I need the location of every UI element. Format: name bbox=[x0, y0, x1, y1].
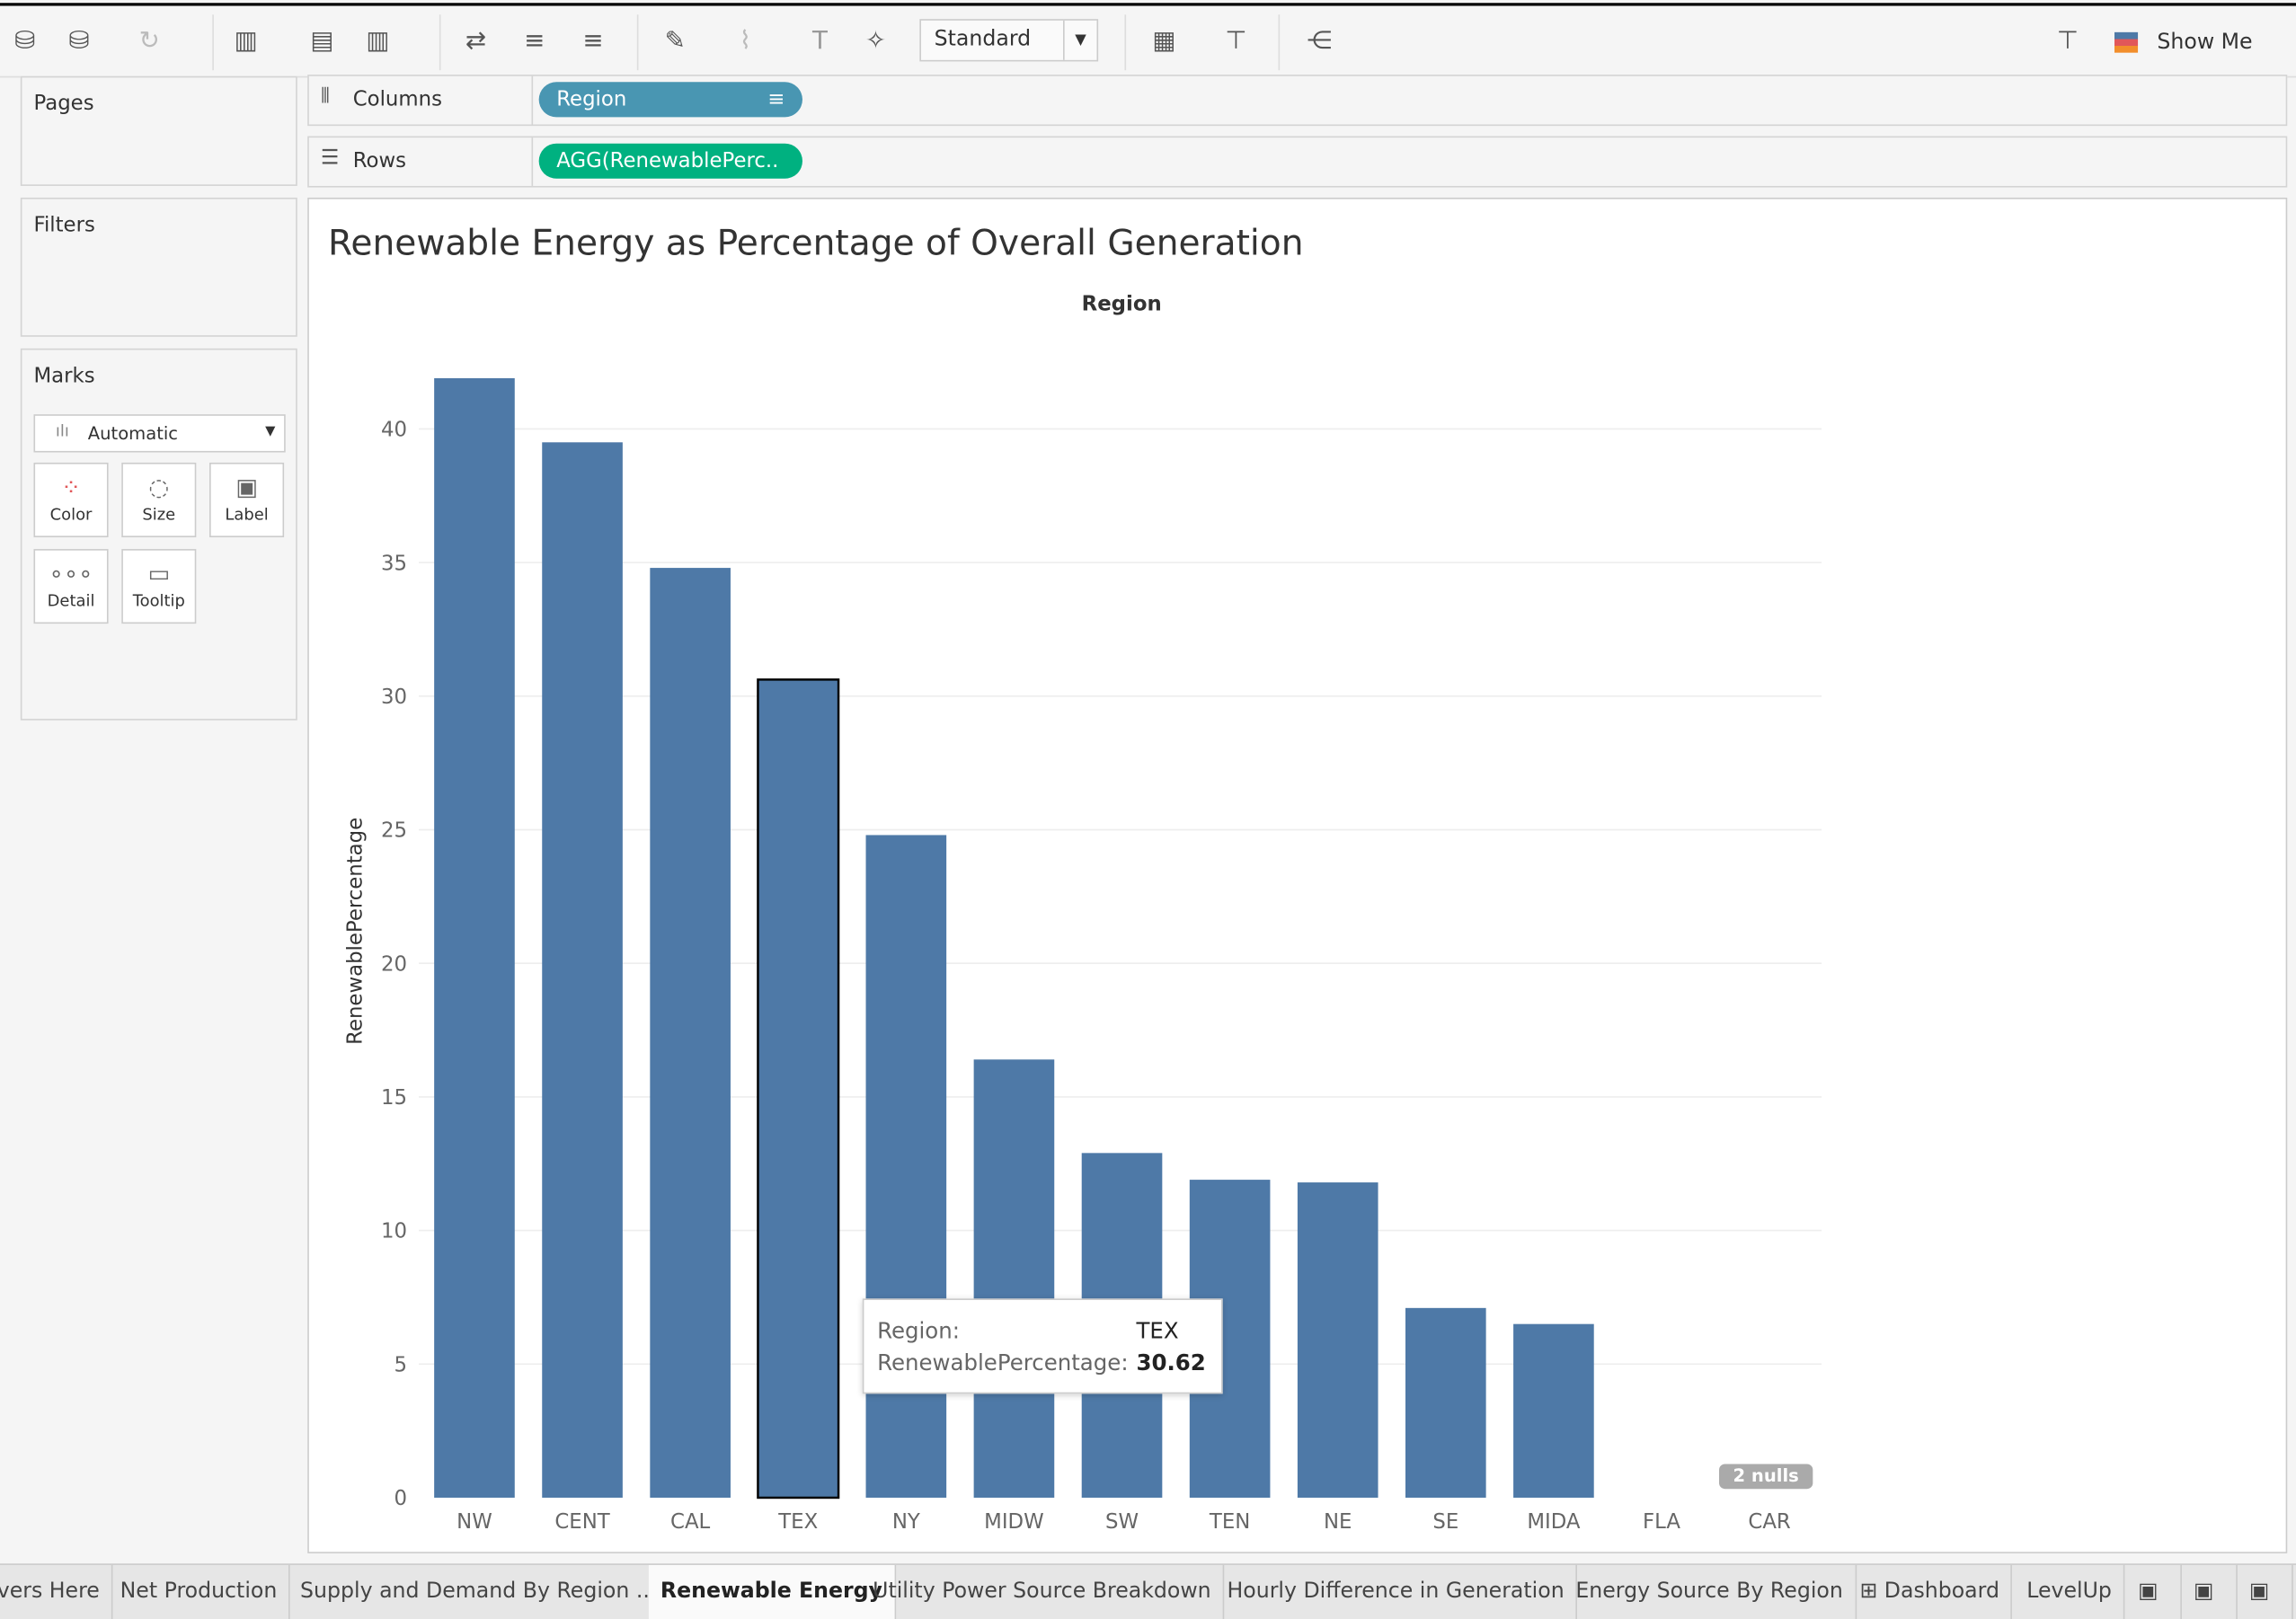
sheet-tab[interactable]: LevelUp bbox=[2015, 1564, 2125, 1619]
x-tick-label: MIDW bbox=[984, 1510, 1043, 1534]
sheet-tab[interactable]: Net Production bbox=[109, 1564, 290, 1619]
bar[interactable] bbox=[650, 568, 731, 1498]
sheet-tab[interactable]: Energy Source By Region bbox=[1564, 1564, 1857, 1619]
show-me-button[interactable]: Show Me bbox=[2114, 26, 2253, 54]
y-tick-label: 5 bbox=[394, 1353, 407, 1376]
x-tick-label: TEX bbox=[777, 1510, 818, 1534]
bar[interactable] bbox=[1405, 1307, 1486, 1498]
label-card[interactable]: ▣ Label bbox=[209, 462, 285, 538]
text-icon[interactable]: T bbox=[802, 26, 838, 56]
bar[interactable] bbox=[757, 678, 840, 1500]
toolbar: ⛁ ⛁ ↻ ▥ ▤ ▥ ⇄ ≡ ≡ ✎ ⌇ T ✧ Standard ▼ ▦ ⊤… bbox=[0, 3, 2296, 78]
mark-type-select[interactable]: ılı Automatic ▼ bbox=[33, 414, 286, 453]
x-tick-label: CAL bbox=[670, 1510, 711, 1534]
show-me-icon bbox=[2114, 31, 2139, 52]
bar[interactable] bbox=[1297, 1182, 1378, 1498]
x-axis-title: Region bbox=[1082, 292, 1162, 315]
highlight-icon[interactable]: ✎ bbox=[658, 26, 693, 56]
chevron-down-icon: ▼ bbox=[1063, 20, 1096, 60]
sort-ascending-icon[interactable]: ≡ bbox=[517, 26, 552, 56]
bar[interactable] bbox=[542, 442, 623, 1498]
columns-shelf: ⦀ Columns Region ≡ bbox=[307, 75, 2288, 127]
size-icon: ◌ bbox=[148, 473, 170, 501]
x-tick-label: TEN bbox=[1209, 1510, 1250, 1534]
x-tick-label: NE bbox=[1324, 1510, 1352, 1534]
sheet-tab[interactable]: vers Here bbox=[0, 1564, 113, 1619]
x-tick-label: SE bbox=[1432, 1510, 1458, 1534]
fit-select[interactable]: Standard ▼ bbox=[919, 19, 1099, 62]
sheet-tab[interactable]: Supply and Demand By Region ... bbox=[288, 1564, 670, 1619]
sheet-tab[interactable]: Hourly Difference in Generation bbox=[1215, 1564, 1578, 1619]
x-tick-label: CAR bbox=[1748, 1510, 1791, 1534]
presentation-icon[interactable]: ⊤ bbox=[1219, 26, 1254, 56]
bar[interactable] bbox=[434, 377, 515, 1498]
columns-icon: ⦀ bbox=[320, 84, 330, 109]
y-tick-label: 20 bbox=[381, 952, 407, 976]
rows-icon: ☰ bbox=[320, 146, 340, 171]
x-tick-label: NW bbox=[457, 1510, 492, 1534]
detail-icon: ∘∘∘ bbox=[49, 559, 93, 588]
new-dashboard-tab-icon[interactable]: ▣ bbox=[2182, 1564, 2238, 1619]
pause-updates-icon[interactable]: ⛁ bbox=[61, 26, 96, 56]
renewable-percentage-pill[interactable]: AGG(RenewablePerc.. bbox=[538, 143, 802, 179]
y-axis-title: RenewablePercentage bbox=[343, 818, 367, 1045]
y-tick-label: 30 bbox=[381, 686, 407, 709]
new-worksheet-tab-icon[interactable]: ▣ bbox=[2126, 1564, 2182, 1619]
refresh-icon[interactable]: ↻ bbox=[132, 26, 167, 56]
bar-chart: Region RenewablePercentage 0 5 10 15 20 25 30 35 4… bbox=[343, 292, 1822, 1534]
size-card[interactable]: ◌ Size bbox=[121, 462, 197, 538]
sheet-tab[interactable]: ⊞ Dashboard bbox=[1848, 1564, 2013, 1619]
region-pill[interactable]: Region ≡ bbox=[538, 82, 802, 118]
pages-shelf[interactable]: Pages bbox=[20, 75, 297, 186]
nulls-badge[interactable]: 2 nulls bbox=[1719, 1464, 1813, 1490]
y-tick-label: 40 bbox=[381, 419, 407, 442]
y-tick-label: 0 bbox=[394, 1487, 407, 1510]
show-cards-icon[interactable]: ▦ bbox=[1147, 26, 1182, 56]
sheet-tabs: vers Here Net Production Supply and Demand… bbox=[0, 1563, 2296, 1619]
bar[interactable] bbox=[973, 1059, 1055, 1498]
x-tick-label: FLA bbox=[1643, 1510, 1680, 1534]
attach-icon[interactable]: ⌇ bbox=[728, 26, 763, 56]
label-icon: ▣ bbox=[235, 473, 258, 501]
duplicate-sheet-icon[interactable]: ▤ bbox=[305, 26, 340, 56]
bar-chart-icon: ılı bbox=[55, 421, 69, 441]
tooltip: Region: TEX RenewablePercentage: 30.62 bbox=[862, 1298, 1223, 1394]
sort-descending-icon[interactable]: ≡ bbox=[575, 26, 610, 56]
rows-shelf: ☰ Rows AGG(RenewablePerc.. bbox=[307, 136, 2288, 188]
sheet-tab[interactable]: Renewable Energy bbox=[648, 1564, 896, 1619]
y-tick-label: 35 bbox=[381, 552, 407, 575]
sort-icon: ≡ bbox=[767, 87, 785, 111]
y-tick-label: 15 bbox=[381, 1086, 407, 1110]
chevron-down-icon: ▼ bbox=[265, 424, 276, 439]
clear-sheet-icon[interactable]: ▥ bbox=[360, 26, 395, 56]
sheet-tab[interactable]: Utility Power Source Breakdown bbox=[861, 1564, 1225, 1619]
x-tick-label: SW bbox=[1105, 1510, 1139, 1534]
y-tick-label: 25 bbox=[381, 819, 407, 843]
pin-icon[interactable]: ✧ bbox=[858, 26, 893, 56]
bar[interactable] bbox=[865, 835, 947, 1498]
x-tick-label: CENT bbox=[554, 1510, 609, 1534]
y-tick-label: 10 bbox=[381, 1220, 407, 1243]
signpost-icon[interactable]: ⊤ bbox=[2050, 26, 2085, 56]
new-worksheet-icon[interactable]: ▥ bbox=[228, 26, 263, 56]
new-story-tab-icon[interactable]: ▣ bbox=[2238, 1564, 2293, 1619]
color-card[interactable]: ⁘ Color bbox=[33, 462, 109, 538]
x-tick-label: MIDA bbox=[1527, 1510, 1581, 1534]
new-data-source-icon[interactable]: ⛁ bbox=[7, 26, 42, 56]
x-tick-label: NY bbox=[892, 1510, 920, 1534]
share-icon[interactable]: ⋲ bbox=[1302, 26, 1337, 56]
swap-icon[interactable]: ⇄ bbox=[458, 26, 493, 56]
filters-shelf[interactable]: Filters bbox=[20, 197, 297, 337]
detail-card[interactable]: ∘∘∘ Detail bbox=[33, 549, 109, 624]
marks-card: Marks ılı Automatic ▼ ⁘ Color ◌ Size ▣ Labe… bbox=[20, 348, 297, 721]
view-area: Renewable Energy as Percentage of Overal… bbox=[307, 197, 2288, 1553]
tooltip-icon: ▭ bbox=[147, 559, 171, 588]
tooltip-card[interactable]: ▭ Tooltip bbox=[121, 549, 197, 624]
bar[interactable] bbox=[1513, 1323, 1594, 1498]
color-icon: ⁘ bbox=[61, 473, 81, 501]
